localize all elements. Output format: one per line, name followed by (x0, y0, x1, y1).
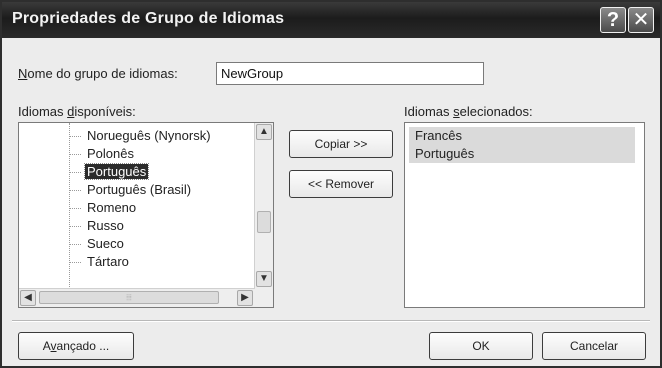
available-language-label: Sueco (87, 236, 124, 251)
scroll-right-button[interactable]: ▶ (237, 290, 253, 306)
selected-languages-list[interactable]: Francês Português (404, 122, 645, 308)
available-language-label: Tártaro (87, 254, 129, 269)
scroll-up-button[interactable]: ▲ (256, 124, 272, 140)
tree-connector-tick (69, 154, 81, 155)
advanced-button[interactable]: Avançado ... (18, 332, 134, 360)
scroll-corner (255, 289, 273, 307)
selected-label-post: elecionados: (459, 104, 533, 119)
footer-divider (12, 320, 650, 322)
vertical-scrollbar[interactable]: ▲ ▼ (254, 123, 273, 289)
close-button[interactable]: ✕ (628, 7, 654, 33)
available-language-label: Português (83, 163, 150, 180)
selected-language-item[interactable]: Francês (409, 127, 635, 145)
help-button[interactable]: ? (600, 7, 626, 33)
group-name-input[interactable]: NewGroup (216, 62, 484, 85)
selected-language-item[interactable]: Português (409, 145, 635, 163)
available-label-pre: Idiomas (18, 104, 68, 119)
available-language-label: Romeno (87, 200, 137, 215)
scroll-left-button[interactable]: ◀ (20, 290, 36, 306)
tree-connector-tick (69, 244, 81, 245)
available-language-label: Norueguês (Nynorsk) (87, 128, 211, 143)
selected-label-pre: Idiomas (404, 104, 454, 119)
copy-button[interactable]: Copiar >> (289, 130, 393, 158)
available-languages-list[interactable]: Norueguês (Nynorsk) Polonês Português Portu… (18, 122, 274, 308)
available-languages-label: Idiomas disponíveis: (18, 104, 136, 119)
available-label-post: isponíveis: (74, 104, 136, 119)
tree-connector-line (69, 123, 70, 289)
tree-connector-tick (69, 226, 81, 227)
available-language-label: Português (Brasil) (87, 182, 192, 197)
tree-connector-tick (69, 208, 81, 209)
group-name-label-text: ome do grupo de idiomas: (27, 66, 178, 81)
group-name-label-access-key: N (18, 66, 28, 81)
remove-button[interactable]: << Remover (289, 170, 393, 198)
available-language-label: Polonês (87, 146, 134, 161)
scroll-down-button[interactable]: ▼ (256, 271, 272, 287)
language-group-properties-dialog: Propriedades de Grupo de Idiomas ? ✕ Nom… (0, 0, 662, 368)
tree-connector-tick (69, 136, 81, 137)
advanced-label-first: A (42, 339, 51, 353)
selected-languages-label: Idiomas selecionados: (404, 104, 533, 119)
tree-connector-tick (69, 190, 81, 191)
horizontal-scroll-thumb[interactable]: ⦙⦙⦙ (39, 291, 219, 304)
tree-connector-tick (69, 262, 81, 263)
available-language-label: Russo (87, 218, 124, 233)
horizontal-scrollbar[interactable]: ◀ ⦙⦙⦙ ▶ (19, 288, 255, 307)
tree-connector-tick (69, 172, 81, 173)
group-name-label: Nome do grupo de idiomas: (18, 66, 178, 81)
vertical-scroll-thumb[interactable] (257, 211, 271, 233)
advanced-label-rest: ançado ... (56, 339, 110, 353)
ok-button[interactable]: OK (429, 332, 533, 360)
title-bar[interactable]: Propriedades de Grupo de Idiomas ? ✕ (2, 2, 660, 38)
window-title: Propriedades de Grupo de Idiomas (12, 10, 285, 27)
cancel-button[interactable]: Cancelar (542, 332, 646, 360)
